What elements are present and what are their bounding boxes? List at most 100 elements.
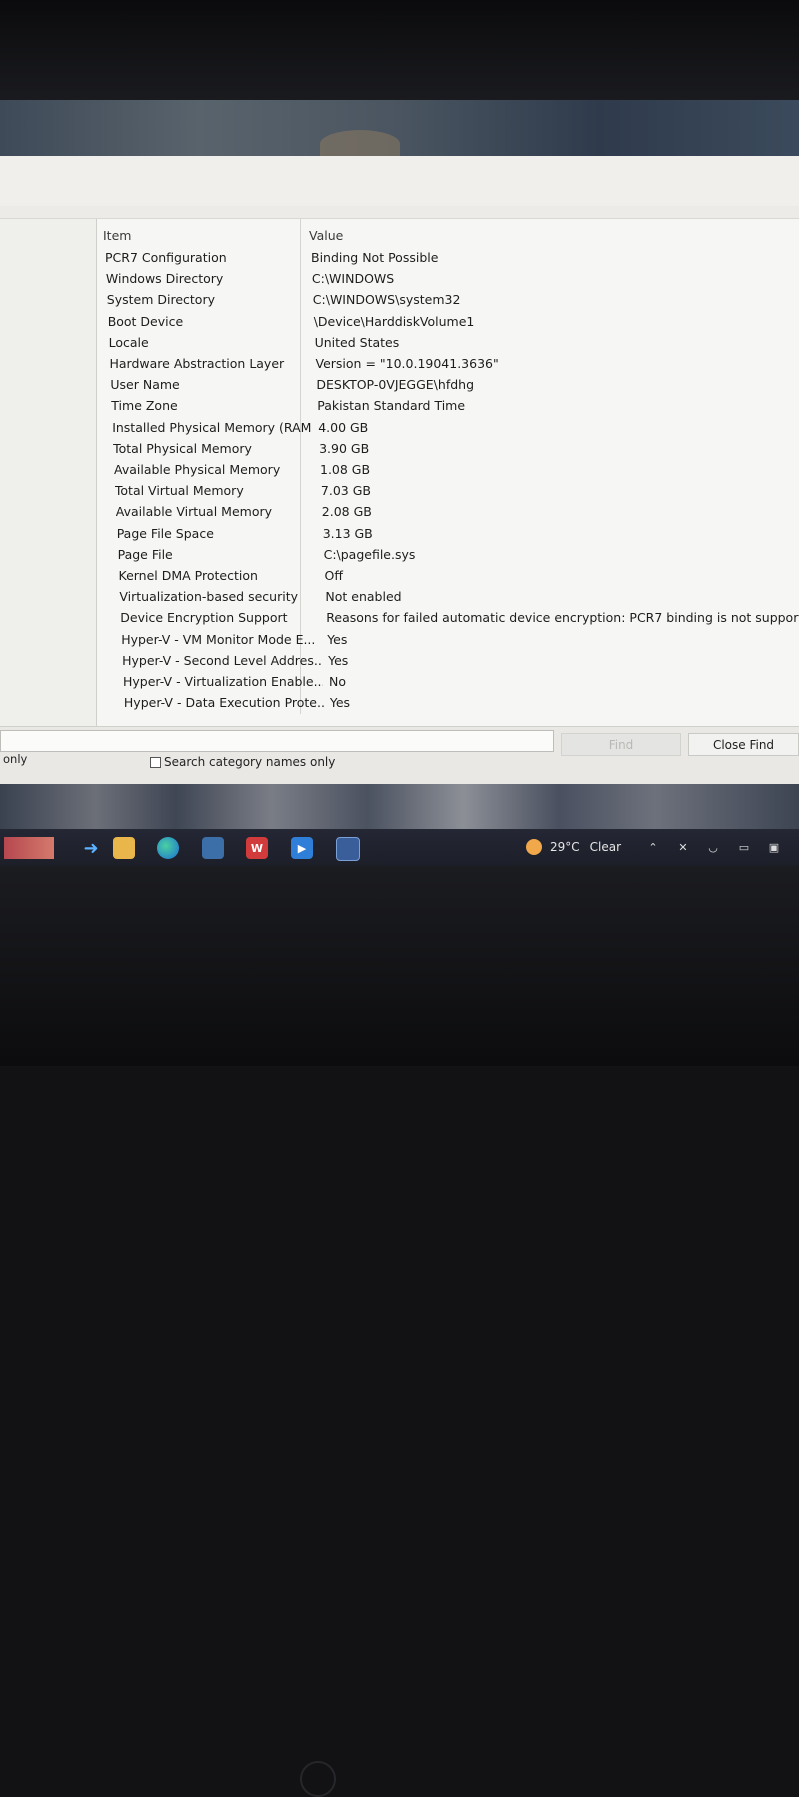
table-row[interactable]: Installed Physical Memory (RAM) 4.00 GB [112, 417, 368, 438]
column-header-row: Item Value [103, 225, 343, 246]
row-value: \Device\HarddiskVolume1 [313, 313, 475, 329]
network-icon[interactable]: ✕ [676, 840, 690, 854]
row-item: System Directory [106, 292, 215, 308]
table-row[interactable]: Time Zone Pakistan Standard Time [111, 395, 465, 416]
row-item: Locale [108, 334, 149, 350]
search-category-label: Search category names only [164, 755, 336, 769]
close-find-button[interactable]: Close Find [688, 733, 799, 756]
table-row[interactable]: Hyper-V - Data Execution Prote... Yes [124, 692, 350, 713]
row-item: Total Virtual Memory [114, 483, 244, 499]
speaker-icon[interactable]: ▭ [737, 840, 751, 854]
row-item: Hyper-V - Data Execution Prote... [123, 695, 324, 711]
row-value: Yes [329, 695, 351, 711]
row-item: Virtualization-based security [119, 589, 298, 605]
search-category-checkbox[interactable] [150, 756, 161, 768]
desktop-wallpaper-top [0, 100, 799, 160]
find-button[interactable]: Find [561, 733, 681, 756]
table-row[interactable]: Virtualization-based security Not enabled [119, 586, 401, 607]
row-value: 3.90 GB [319, 440, 370, 456]
photo-top-bezel [0, 0, 799, 108]
taskbar-thumbnail[interactable] [4, 837, 54, 859]
table-row[interactable]: Boot Device \Device\HarddiskVolume1 [108, 311, 475, 332]
table-row[interactable]: Hardware Abstraction Layer Version = "10.… [110, 353, 499, 374]
weather-temperature: 29°C [550, 840, 580, 854]
table-row[interactable]: Total Virtual Memory 7.03 GB [115, 480, 371, 501]
table-row[interactable]: Page File C:\pagefile.sys [118, 544, 416, 565]
table-row[interactable]: Kernel DMA Protection Off [119, 565, 343, 586]
table-row[interactable]: PCR7 Configuration Binding Not Possible [105, 247, 438, 268]
system-info-icon[interactable] [336, 837, 360, 861]
row-item: Windows Directory [105, 271, 224, 287]
row-item: Hardware Abstraction Layer [109, 356, 285, 371]
column-header-item[interactable]: Item [103, 228, 303, 243]
row-value: No [329, 674, 346, 689]
row-value: DESKTOP-0VJEGGE\hfdhg [316, 377, 475, 393]
row-item: PCR7 Configuration [105, 250, 227, 265]
table-row[interactable]: User Name DESKTOP-0VJEGGE\hfdhg [110, 374, 474, 395]
search-selected-only-label: only [3, 752, 28, 766]
row-item: User Name [110, 377, 180, 393]
edge-icon[interactable] [157, 837, 179, 859]
table-row[interactable]: Hyper-V - Second Level Addres... Yes [122, 650, 348, 671]
row-value: Reasons for failed automatic device encr… [326, 610, 799, 626]
details-grid[interactable]: Item Value PCR7 Configuration Binding Not… [97, 219, 799, 727]
desktop-wallpaper-strip [0, 784, 799, 832]
row-value: 4.00 GB [318, 419, 369, 435]
system-information-window: Item Value PCR7 Configuration Binding Not… [0, 156, 799, 787]
table-row[interactable]: System Directory C:\WINDOWS\system32 [107, 289, 461, 310]
row-item: Page File [117, 546, 173, 562]
media-player-icon[interactable]: ▶ [291, 837, 313, 859]
chevron-up-icon[interactable]: ⌃ [646, 840, 660, 854]
row-item: Hyper-V - Second Level Addres... [122, 652, 323, 668]
row-value: Pakistan Standard Time [317, 398, 466, 414]
row-value: Not enabled [325, 589, 402, 605]
file-explorer-icon[interactable] [113, 837, 135, 859]
row-value: C:\pagefile.sys [323, 546, 416, 562]
row-item: Available Virtual Memory [115, 504, 273, 520]
search-category-names-option[interactable]: Search category names only [150, 755, 335, 769]
row-value: 3.13 GB [322, 525, 373, 541]
row-value: Yes [327, 631, 348, 647]
table-row[interactable]: Page File Space 3.13 GB [117, 523, 373, 544]
table-row[interactable]: Locale United States [109, 332, 400, 353]
row-item: Hyper-V - Virtualization Enable... [123, 674, 323, 689]
arrow-icon[interactable]: ➜ [80, 837, 102, 859]
row-item: Available Physical Memory [114, 462, 281, 477]
notification-icon[interactable]: ▣ [767, 840, 781, 854]
wifi-icon[interactable]: ◡ [706, 840, 720, 854]
weather-widget[interactable]: 29°C Clear [526, 839, 621, 855]
row-value: C:\WINDOWS [311, 271, 395, 287]
row-value: 7.03 GB [320, 483, 371, 499]
photo-bottom-bezel [0, 866, 799, 1797]
table-row[interactable]: Hyper-V - Virtualization Enable... No [123, 671, 346, 692]
taskbar: ➜ W ▶ 29°C Clear ⌃ ✕ ◡ ▭ ▣ [0, 829, 799, 867]
system-summary-list[interactable]: Item Value PCR7 Configuration Binding Not… [0, 218, 799, 727]
row-value: Off [324, 568, 343, 583]
row-value: Yes [328, 652, 349, 668]
row-value: Binding Not Possible [311, 250, 439, 265]
category-tree-pane[interactable] [0, 219, 97, 727]
weather-condition: Clear [589, 840, 622, 854]
table-row[interactable]: Available Virtual Memory 2.08 GB [116, 501, 372, 522]
table-row[interactable]: Device Encryption Support Reasons for fai… [120, 607, 799, 628]
store-icon[interactable] [202, 837, 224, 859]
wps-office-icon[interactable]: W [246, 837, 268, 859]
row-value: C:\WINDOWS\system32 [312, 292, 461, 308]
row-value: 1.08 GB [320, 462, 371, 477]
row-item: Boot Device [107, 313, 184, 329]
window-top-area [0, 156, 799, 206]
row-item: Total Physical Memory [113, 440, 252, 456]
row-item: Page File Space [116, 525, 214, 541]
row-item: Kernel DMA Protection [118, 568, 258, 583]
row-value: Version = "10.0.19041.3636" [315, 356, 499, 371]
table-row[interactable]: Hyper-V - VM Monitor Mode E... Yes [121, 629, 347, 650]
weather-sun-icon [526, 839, 542, 855]
row-item: Installed Physical Memory (RAM) [112, 419, 313, 435]
column-header-value[interactable]: Value [303, 228, 343, 243]
table-row[interactable]: Available Physical Memory 1.08 GB [114, 459, 370, 480]
table-row[interactable]: Windows Directory C:\WINDOWS [106, 268, 394, 289]
find-what-input[interactable] [0, 730, 554, 752]
hp-logo-icon [300, 1761, 336, 1797]
row-item: Device Encryption Support [120, 610, 288, 626]
table-row[interactable]: Total Physical Memory 3.90 GB [113, 438, 369, 459]
